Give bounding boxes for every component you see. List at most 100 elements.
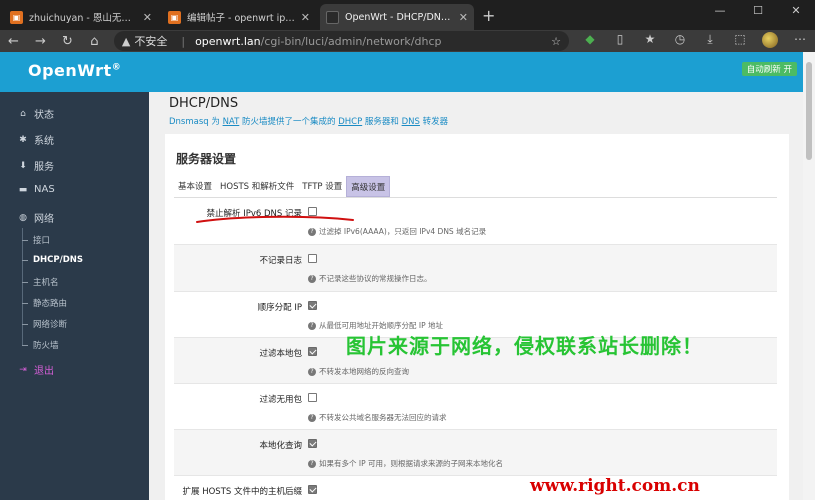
watermark-url: www.right.com.cn (530, 476, 700, 496)
help-icon: ? (308, 414, 316, 422)
sidebar-item-status[interactable]: ⌂ 状态 (18, 106, 54, 122)
close-window-button[interactable]: ✕ (777, 0, 815, 22)
warning-icon: ▲ (121, 34, 131, 48)
option-checkbox[interactable] (308, 347, 317, 356)
security-label: 不安全 (134, 35, 168, 48)
help-icon: ? (308, 275, 316, 283)
drive-icon: ▬ (18, 184, 28, 195)
favorites-icon[interactable]: ★ (635, 32, 665, 51)
split-screen-icon[interactable]: ▯ (605, 32, 635, 51)
site-favicon-icon: ▣ (10, 10, 23, 24)
close-tab-icon[interactable]: ✕ (459, 11, 468, 24)
new-tab-button[interactable]: + (482, 6, 495, 25)
sidebar-item-services[interactable]: ⬇ 服务 (18, 158, 54, 174)
window-controls: — ☐ ✕ (701, 0, 815, 22)
site-favicon-icon: ▣ (168, 10, 181, 24)
option-hint: ? 如果有多个 IP 可用，则根据请求来源的子网来本地化名 (308, 458, 503, 469)
sidebar-subitem-hostnames[interactable]: 主机名 (22, 276, 59, 288)
nat-link[interactable]: NAT (223, 117, 240, 127)
dns-link[interactable]: DNS (402, 117, 420, 127)
more-menu-icon[interactable]: ⋯ (785, 32, 815, 51)
address-bar[interactable]: ▲ 不安全 | openwrt.lan /cgi-bin/luci/admin/… (113, 31, 570, 51)
help-icon: ? (308, 460, 316, 468)
sidebar-subitem-diagnostics[interactable]: 网络诊断 (22, 318, 67, 330)
globe-icon: ◍ (19, 212, 27, 223)
sidebar-item-nas[interactable]: ▬ NAS (18, 184, 55, 195)
option-checkbox[interactable] (308, 393, 317, 402)
openwrt-header: OpenWrt® 自动刷新 开 (0, 52, 803, 92)
help-icon: ? (308, 228, 316, 236)
url-path: /cgi-bin/luci/admin/network/dhcp (260, 34, 442, 48)
option-row: 不记录日志 ? 不记录这些协议的常规操作日志。 (174, 245, 777, 292)
gear-icon: ✱ (19, 134, 27, 145)
forward-arrow-icon[interactable]: → (27, 34, 54, 49)
sidebar-subitem-dhcp-dns[interactable]: DHCP/DNS (22, 255, 83, 265)
help-icon: ? (308, 368, 316, 376)
brand-logo[interactable]: OpenWrt® (28, 61, 121, 80)
back-arrow-icon[interactable]: ← (0, 34, 27, 49)
option-hint: ? 过滤掉 IPv6(AAAA)，只返回 IPv4 DNS 域名记录 (308, 226, 486, 237)
minimize-button[interactable]: — (701, 0, 739, 22)
shield-extension-icon[interactable]: ◆ (575, 32, 605, 51)
sidebar-item-system[interactable]: ✱ 系统 (18, 132, 54, 148)
home-icon: ⌂ (20, 108, 26, 119)
option-checkbox[interactable] (308, 254, 317, 263)
tab-title: OpenWrt - DHCP/DNS - LuCI (345, 11, 455, 23)
browser-tab[interactable]: ▣ zhuichuyan - 恩山无线论坛 - Pow ✕ (4, 4, 158, 30)
tab-basic[interactable]: 基本设置 (174, 176, 216, 197)
section-title: 服务器设置 (176, 152, 237, 166)
url-host: openwrt.lan (195, 34, 261, 48)
dhcp-link[interactable]: DHCP (338, 117, 362, 127)
option-checkbox[interactable] (308, 301, 317, 310)
option-hint: ? 不转发公共域名服务器无法回应的请求 (308, 412, 447, 423)
option-checkbox[interactable] (308, 439, 317, 448)
browser-tab[interactable]: ▣ 编辑帖子 - openwrt ipv6设置、DN ✕ (162, 4, 316, 30)
scrollbar-thumb[interactable] (806, 62, 812, 160)
tab-hosts[interactable]: HOSTS 和解析文件 (216, 176, 298, 197)
page-scrollbar[interactable] (803, 52, 815, 500)
option-label: 过滤无用包 (259, 395, 302, 405)
tab-title: zhuichuyan - 恩山无线论坛 - Pow (29, 13, 139, 24)
option-label: 扩展 HOSTS 文件中的主机后缀 (182, 487, 302, 497)
home-icon[interactable]: ⌂ (81, 34, 108, 49)
browser-toolbar-icons: ◆ ▯ ★ ◷ ⤓ ⬚ ⋯ (575, 31, 815, 51)
profile-avatar[interactable] (755, 31, 785, 51)
browser-tab-strip: ▣ zhuichuyan - 恩山无线论坛 - Pow ✕ ▣ 编辑帖子 - o… (0, 0, 815, 30)
option-label: 顺序分配 IP (257, 303, 302, 313)
address-toolbar: ← → ↻ ⌂ ▲ 不安全 | openwrt.lan /cgi-bin/luc… (0, 30, 815, 52)
option-hint: ? 不记录这些协议的常规操作日志。 (308, 273, 432, 284)
close-tab-icon[interactable]: ✕ (301, 11, 310, 24)
main-content: DHCP/DNS Dnsmasq 为 NAT 防火墙提供了一个集成的 DHCP … (149, 92, 803, 500)
option-label: 过滤本地包 (259, 349, 302, 359)
red-underline-annotation (196, 215, 354, 223)
server-settings-card: 服务器设置 基本设置 HOSTS 和解析文件 TFTP 设置 高级设置 禁止解析… (165, 134, 789, 500)
logout-icon: ⇥ (19, 364, 27, 375)
tab-advanced[interactable]: 高级设置 (346, 176, 391, 197)
sidebar-subitem-interfaces[interactable]: 接口 (22, 234, 50, 246)
reload-icon[interactable]: ↻ (54, 34, 81, 49)
sidebar-item-network[interactable]: ◍ 网络 (18, 210, 54, 226)
sidebar-subitem-static-routes[interactable]: 静态路由 (22, 297, 67, 309)
tab-title: 编辑帖子 - openwrt ipv6设置、DN (187, 13, 297, 24)
tab-tftp[interactable]: TFTP 设置 (298, 176, 346, 197)
history-icon[interactable]: ◷ (665, 32, 695, 51)
option-checkbox[interactable] (308, 485, 317, 494)
download-icon[interactable]: ⤓ (695, 32, 725, 51)
autorefresh-badge[interactable]: 自动刷新 开 (741, 62, 797, 76)
extensions-icon[interactable]: ⬚ (725, 32, 755, 51)
option-row: 本地化查询 ? 如果有多个 IP 可用，则根据请求来源的子网来本地化名 (174, 430, 777, 476)
openwrt-favicon-icon (326, 10, 339, 24)
sidebar-subitem-firewall[interactable]: 防火墙 (22, 339, 59, 351)
browser-tab-active[interactable]: OpenWrt - DHCP/DNS - LuCI ✕ (320, 4, 474, 30)
favorite-star-icon[interactable]: ☆ (551, 35, 561, 48)
option-label: 本地化查询 (259, 441, 302, 451)
option-hint: ? 不转发本地网络的反向查询 (308, 366, 409, 377)
help-icon: ? (308, 322, 316, 330)
close-tab-icon[interactable]: ✕ (143, 11, 152, 24)
download-icon: ⬇ (19, 160, 27, 171)
sidebar-item-logout[interactable]: ⇥ 退出 (18, 362, 54, 378)
sidebar: ⌂ 状态 ✱ 系统 ⬇ 服务 ▬ NAS ◍ 网络 接口 DHCP/DNS 主机名 静态路… (0, 92, 149, 500)
maximize-button[interactable]: ☐ (739, 0, 777, 22)
divider: | (181, 34, 186, 48)
watermark-text: 图片来源于网络，侵权联系站长删除！ (346, 334, 703, 358)
